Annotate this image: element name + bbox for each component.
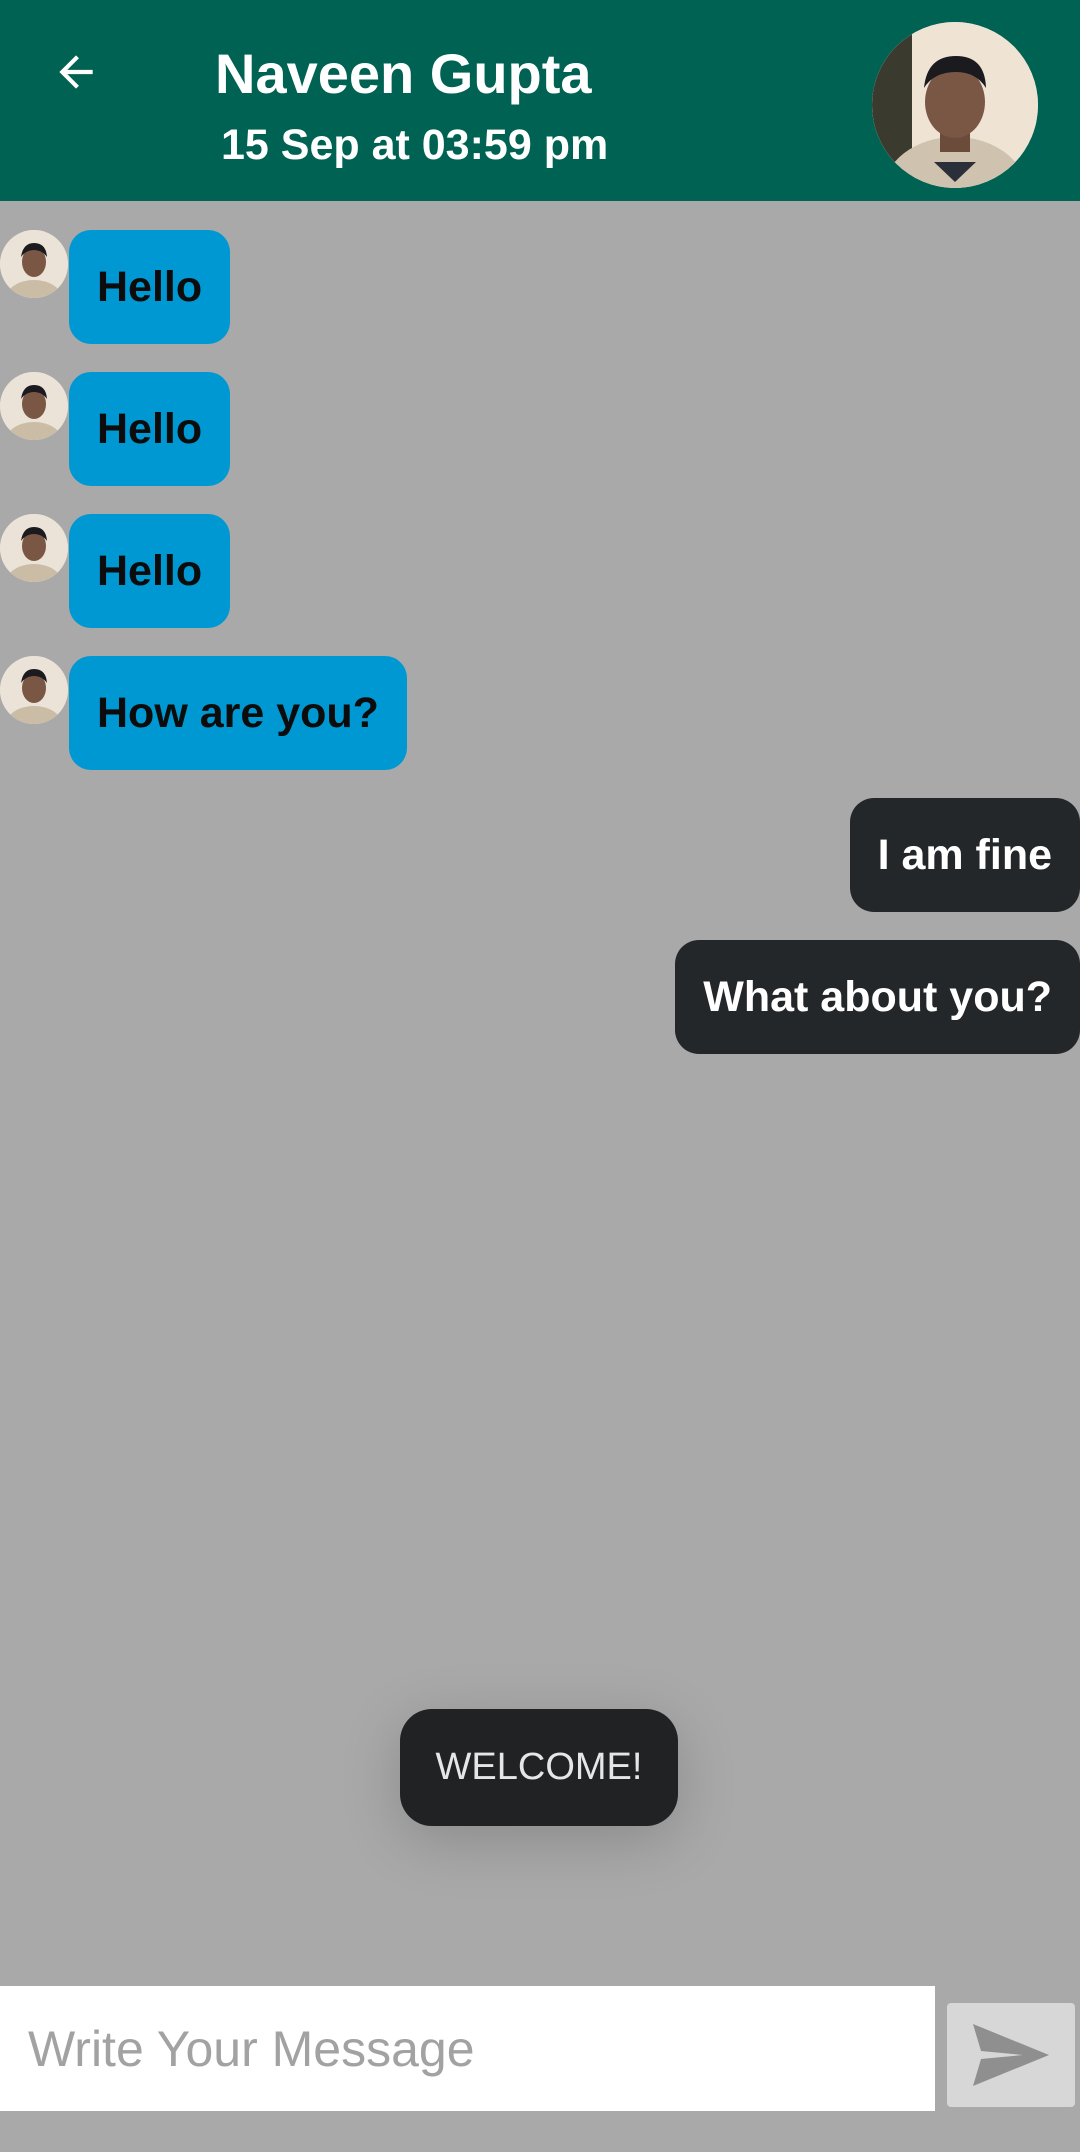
message-row-incoming: How are you? [0,656,1080,770]
back-button[interactable] [44,40,108,104]
incoming-message[interactable]: Hello [69,230,231,344]
sender-avatar [0,230,68,298]
incoming-message[interactable]: Hello [69,514,231,628]
send-icon [973,2024,1049,2086]
contact-name: Naveen Gupta [215,42,592,105]
sender-avatar [0,372,68,440]
welcome-toast: WELCOME! [400,1709,678,1826]
person-icon [0,514,68,582]
outgoing-message[interactable]: What about you? [675,940,1080,1054]
message-row-incoming: Hello [0,372,1080,486]
person-icon [0,230,68,298]
message-composer [0,1986,935,2111]
chat-header: Naveen Gupta 15 Sep at 03:59 pm [0,0,1080,201]
person-icon [872,22,1038,188]
sender-avatar [0,514,68,582]
incoming-message[interactable]: How are you? [69,656,407,770]
incoming-message[interactable]: Hello [69,372,231,486]
person-icon [0,372,68,440]
send-button[interactable] [947,2003,1075,2107]
message-row-outgoing: What about you? [0,940,1080,1054]
arrow-left-icon [59,55,93,89]
person-icon [0,656,68,724]
message-input[interactable] [0,1986,935,2111]
outgoing-message[interactable]: I am fine [849,798,1080,912]
last-seen-timestamp: 15 Sep at 03:59 pm [221,121,609,169]
contact-avatar[interactable] [872,22,1038,188]
sender-avatar [0,656,68,724]
message-row-incoming: Hello [0,514,1080,628]
message-row-outgoing: I am fine [0,798,1080,912]
message-row-incoming: Hello [0,230,1080,344]
